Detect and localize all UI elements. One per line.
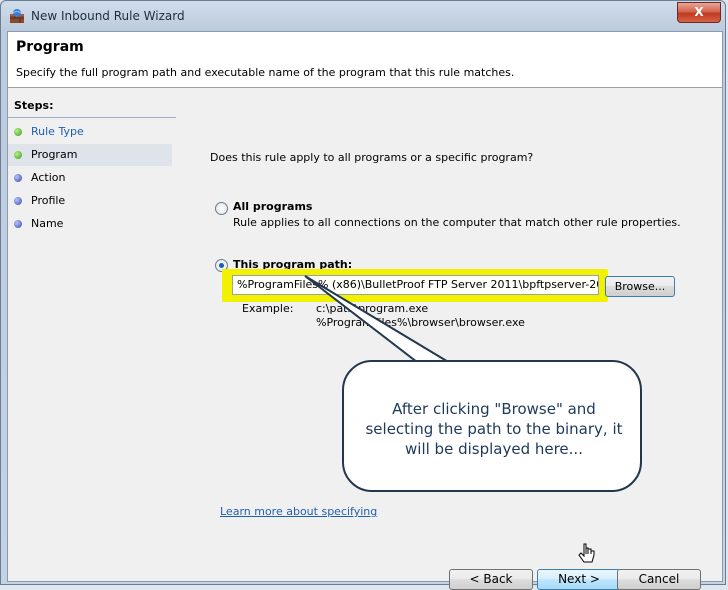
steps-heading: Steps:: [14, 99, 54, 112]
page-description: Specify the full program path and execut…: [16, 66, 515, 79]
learn-more-link[interactable]: Learn more about specifying: [220, 505, 377, 518]
mouse-cursor-icon: [578, 543, 595, 563]
wizard-header: Program Specify the full program path an…: [8, 32, 722, 88]
step-profile: Profile: [8, 190, 172, 212]
annotation-callout: After clicking "Browse" and selecting th…: [342, 360, 642, 492]
step-rule-type[interactable]: Rule Type: [8, 121, 172, 143]
browse-button[interactable]: Browse...: [605, 276, 675, 297]
step-name: Name: [8, 213, 172, 235]
all-programs-label[interactable]: All programs: [233, 200, 312, 213]
steps-divider: [8, 117, 176, 118]
close-icon: X: [694, 5, 704, 19]
all-programs-radio[interactable]: [215, 202, 228, 215]
title-bar[interactable]: New Inbound Rule Wizard X: [1, 1, 727, 31]
callout-text: After clicking "Browse" and selecting th…: [365, 400, 623, 458]
step-program[interactable]: Program: [8, 144, 172, 166]
example-path-1: c:\path\program.exe: [316, 302, 429, 315]
scope-question: Does this rule apply to all programs or …: [210, 151, 534, 164]
example-label: Example:: [242, 302, 294, 315]
program-path-input[interactable]: %ProgramFiles% (x86)\BulletProof FTP Ser…: [232, 275, 599, 295]
step-complete-icon: [14, 128, 22, 136]
page-title: Program: [16, 39, 84, 55]
wizard-window: New Inbound Rule Wizard X Program Specif…: [0, 0, 727, 590]
step-pending-icon: [14, 220, 22, 228]
window-title: New Inbound Rule Wizard: [31, 9, 185, 23]
firewall-icon: [10, 9, 24, 23]
example-path-2: %ProgramFiles%\browser\browser.exe: [316, 316, 525, 329]
step-complete-icon: [14, 151, 22, 159]
wizard-client: Program Specify the full program path an…: [7, 31, 723, 590]
step-label: Rule Type: [31, 125, 84, 138]
steps-panel: Steps: Rule Type Program Action Profile …: [8, 92, 176, 581]
step-label: Program: [31, 148, 78, 161]
step-label: Profile: [31, 194, 66, 207]
main-panel: Does this rule apply to all programs or …: [178, 92, 722, 581]
step-label: Name: [31, 217, 64, 230]
step-pending-icon: [14, 197, 22, 205]
step-label: Action: [31, 171, 66, 184]
close-button[interactable]: X: [677, 2, 721, 23]
step-action: Action: [8, 167, 172, 189]
step-pending-icon: [14, 174, 22, 182]
all-programs-description: Rule applies to all connections on the c…: [233, 216, 681, 229]
